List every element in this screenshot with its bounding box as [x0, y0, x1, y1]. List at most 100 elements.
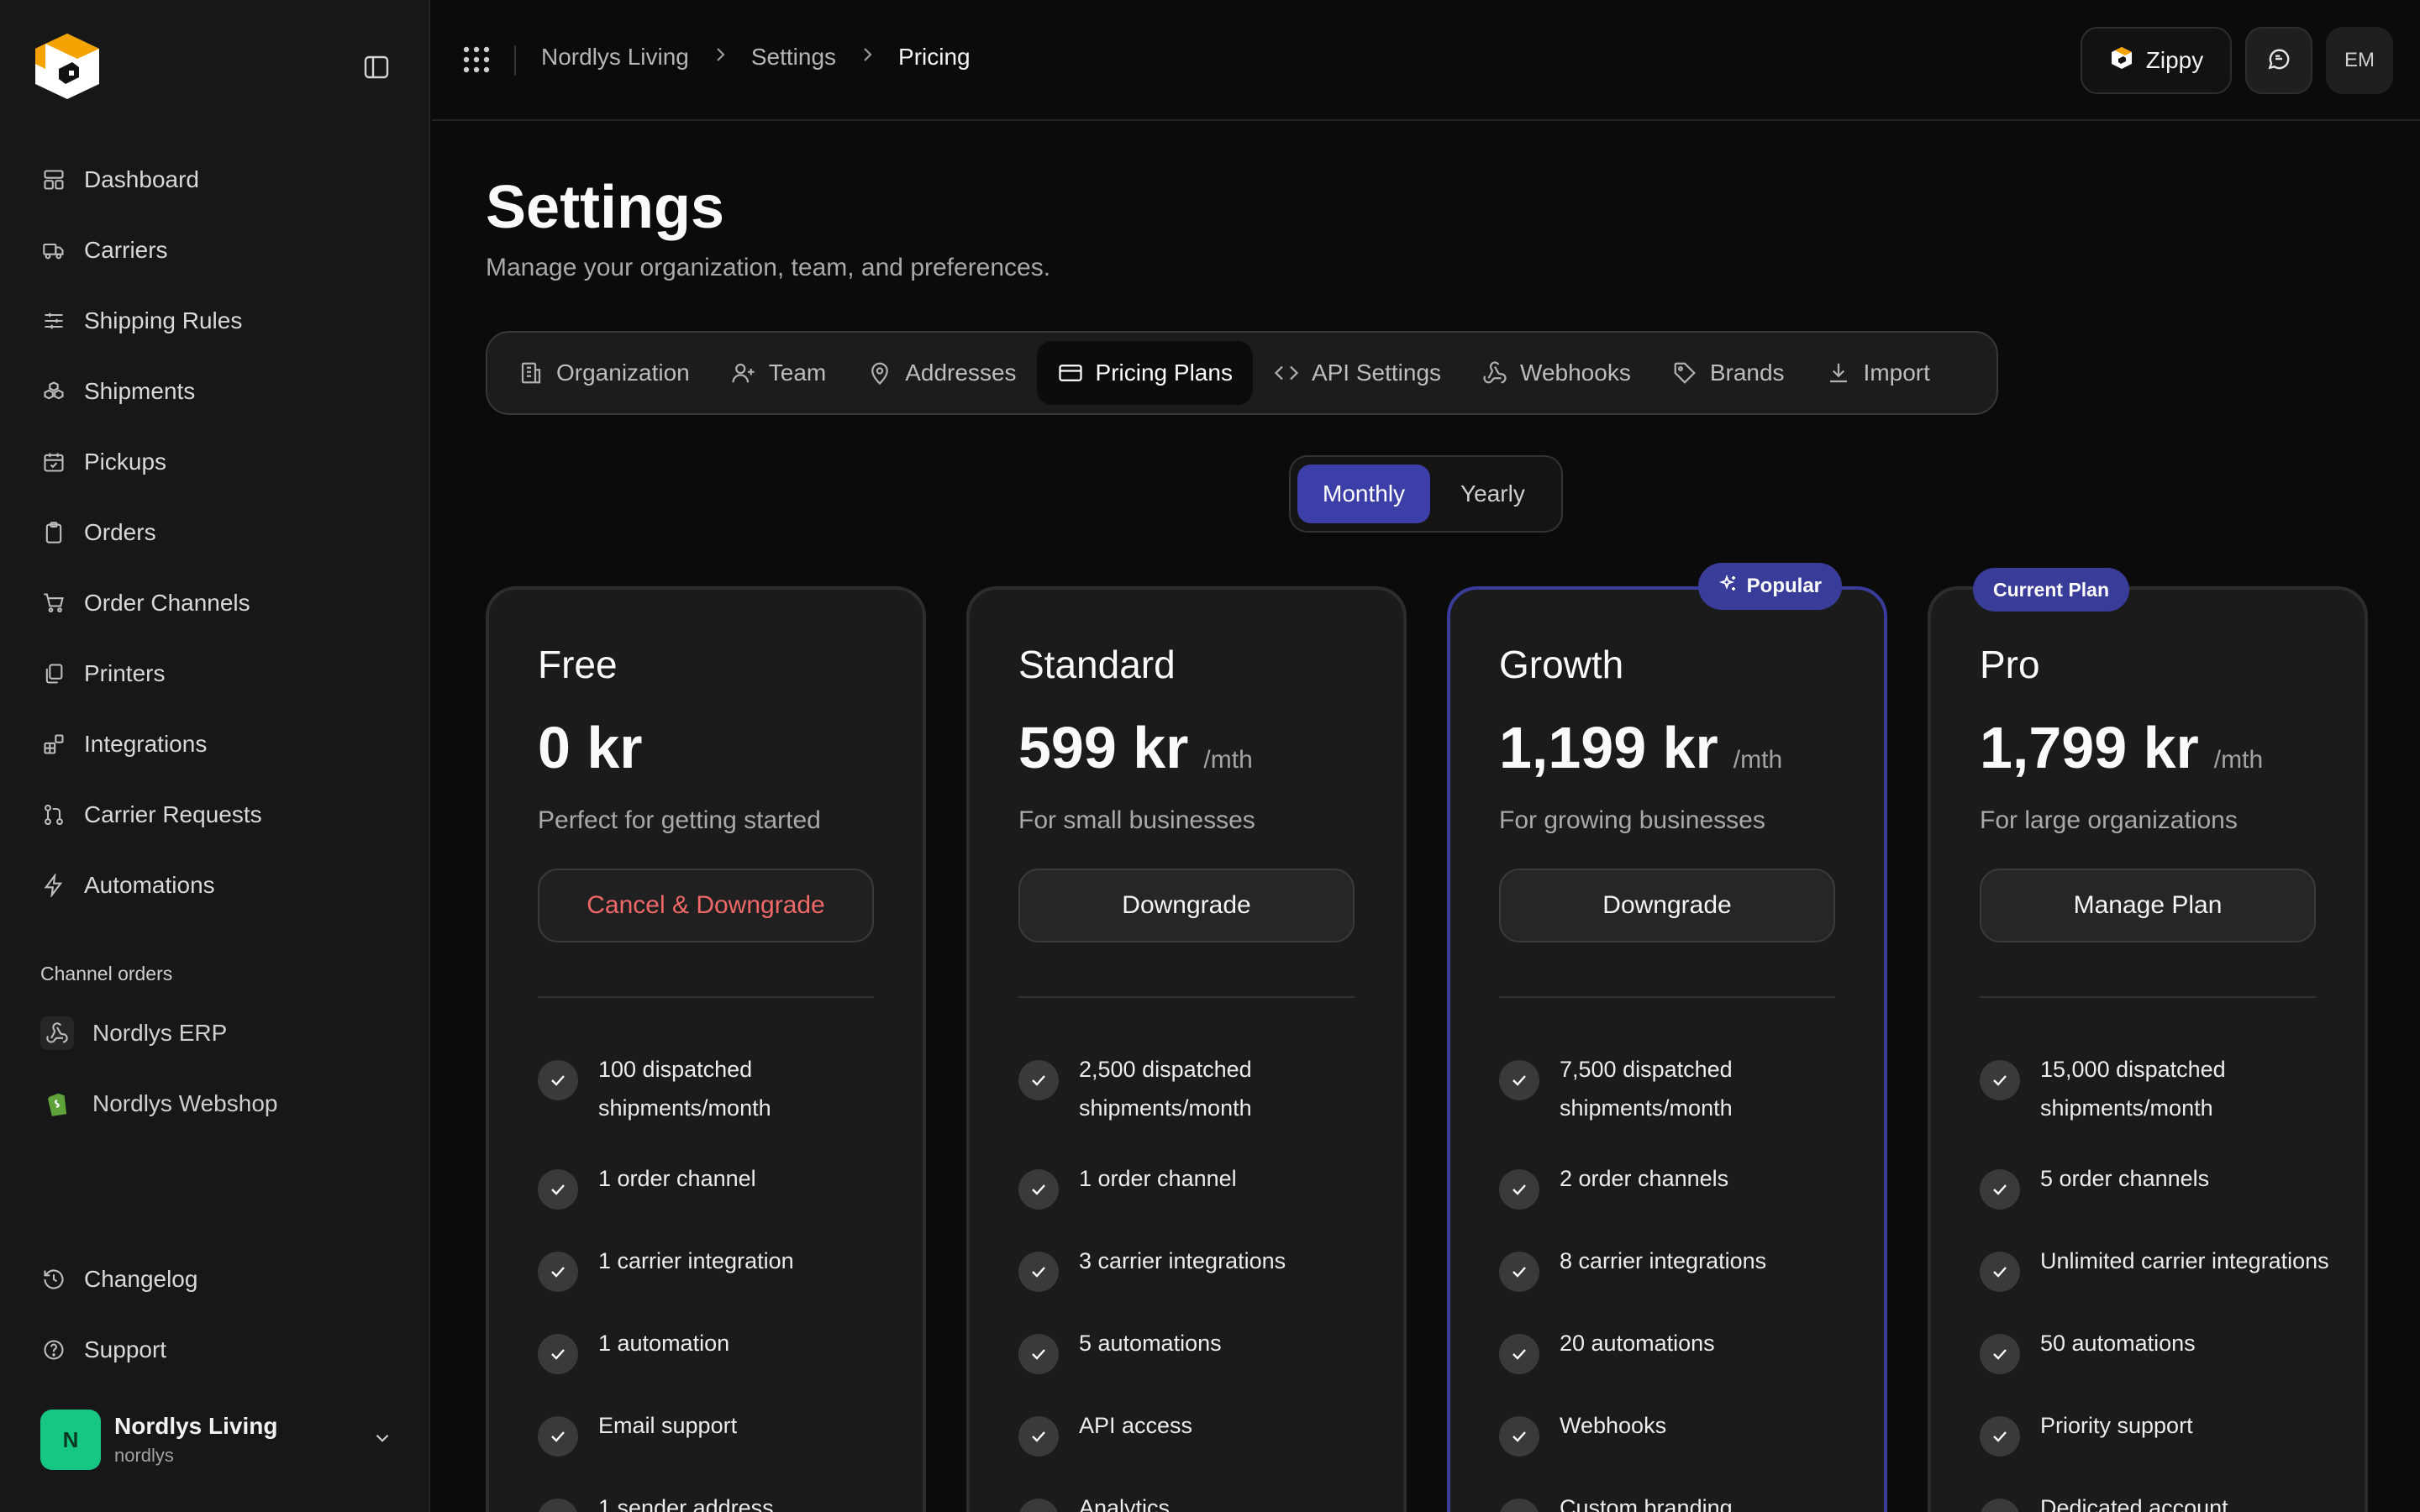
- plan-price-amount: 599 kr: [1018, 715, 1189, 780]
- chevron-right-icon: [860, 45, 875, 70]
- org-switcher[interactable]: N Nordlys Living nordlys: [40, 1410, 393, 1470]
- feature-text: 1 sender address: [598, 1495, 774, 1512]
- history-icon: [40, 1266, 67, 1293]
- sidebar-item-automations[interactable]: Automations: [40, 850, 393, 921]
- sparkles-icon: [1718, 574, 1739, 600]
- plan-divider: [538, 996, 874, 998]
- tab-addresses[interactable]: Addresses: [846, 341, 1036, 405]
- plan-card-pro: Current Plan Pro 1,799 kr /mth For large…: [1928, 568, 2368, 1512]
- feature-text: 2 order channels: [1560, 1166, 1729, 1191]
- org-name: Nordlys Living: [114, 1413, 278, 1439]
- tab-brands[interactable]: Brands: [1651, 341, 1805, 405]
- building-icon: [518, 360, 544, 386]
- cancel-downgrade-button[interactable]: Cancel & Downgrade: [538, 869, 874, 942]
- app-grid-icon[interactable]: [462, 45, 491, 74]
- check-icon: [538, 1060, 578, 1100]
- breadcrumb-settings[interactable]: Settings: [751, 44, 836, 71]
- plan-divider: [1980, 996, 2316, 998]
- feedback-button[interactable]: [2245, 27, 2312, 94]
- check-icon: [1499, 1499, 1539, 1512]
- sidebar-item-label: Printers: [84, 660, 166, 686]
- list-item: 8 carrier integrations: [1499, 1242, 1852, 1292]
- channel-item-label: Nordlys ERP: [92, 1020, 228, 1046]
- sidebar-item-order-channels[interactable]: Order Channels: [40, 568, 393, 638]
- list-item: 1 automation: [538, 1324, 891, 1374]
- list-item: Priority support: [1980, 1406, 2333, 1457]
- tab-import[interactable]: Import: [1805, 341, 1950, 405]
- top-header: Nordlys Living Settings Pricing Zippy EM: [432, 0, 2420, 121]
- feature-text: 8 carrier integrations: [1560, 1248, 1767, 1273]
- channel-item-nordlys-webshop[interactable]: Nordlys Webshop: [40, 1068, 393, 1139]
- list-item: 15,000 dispatched shipments/month: [1980, 1050, 2333, 1127]
- tab-team[interactable]: Team: [710, 341, 846, 405]
- app-logo[interactable]: [30, 29, 104, 104]
- chevron-down-icon: [371, 1427, 393, 1453]
- sidebar-item-changelog[interactable]: Changelog: [40, 1244, 393, 1315]
- feature-text: 7,500 dispatched shipments/month: [1560, 1057, 1733, 1121]
- plan-price: 599 kr /mth: [1018, 714, 1253, 781]
- check-icon: [1018, 1334, 1059, 1374]
- page-subtitle: Manage your organization, team, and pref…: [486, 254, 1051, 281]
- sidebar-item-pickups[interactable]: Pickups: [40, 427, 393, 497]
- list-item: 2,500 dispatched shipments/month: [1018, 1050, 1371, 1127]
- feature-text: Analytics: [1079, 1495, 1171, 1512]
- sidebar-item-carrier-requests[interactable]: Carrier Requests: [40, 780, 393, 850]
- check-icon: [1980, 1252, 2020, 1292]
- tab-pricing-plans[interactable]: Pricing Plans: [1036, 341, 1253, 405]
- sidebar-item-printers[interactable]: Printers: [40, 638, 393, 709]
- org-avatar: N: [40, 1410, 101, 1470]
- sidebar-item-label: Orders: [84, 519, 156, 545]
- sidebar-item-shipments[interactable]: Shipments: [40, 356, 393, 427]
- badge-label: Current Plan: [1993, 578, 2110, 601]
- downgrade-button[interactable]: Downgrade: [1499, 869, 1835, 942]
- billing-monthly-option[interactable]: Monthly: [1297, 465, 1431, 523]
- plan-feature-list: 100 dispatched shipments/month 1 order c…: [538, 1050, 891, 1512]
- sidebar-item-label: Pickups: [84, 449, 167, 475]
- copies-icon: [40, 660, 67, 687]
- tab-label: Pricing Plans: [1095, 360, 1233, 386]
- list-item: 1 order channel: [1018, 1159, 1371, 1210]
- plan-card-standard: Standard 599 kr /mth For small businesse…: [966, 586, 1407, 1512]
- check-icon: [1018, 1169, 1059, 1210]
- manage-plan-button[interactable]: Manage Plan: [1980, 869, 2316, 942]
- check-icon: [1018, 1416, 1059, 1457]
- list-item: 2 order channels: [1499, 1159, 1852, 1210]
- user-avatar-button[interactable]: EM: [2326, 27, 2393, 94]
- channel-item-nordlys-erp[interactable]: Nordlys ERP: [40, 998, 393, 1068]
- code-icon: [1273, 360, 1300, 386]
- plan-divider: [1499, 996, 1835, 998]
- plan-price-period: /mth: [1733, 746, 1783, 774]
- tab-organization[interactable]: Organization: [497, 341, 710, 405]
- tab-label: Import: [1863, 360, 1930, 386]
- tab-label: Addresses: [905, 360, 1017, 386]
- feature-text: 100 dispatched shipments/month: [598, 1057, 771, 1121]
- zippy-button[interactable]: Zippy: [2081, 27, 2232, 94]
- git-pull-icon: [40, 801, 67, 828]
- sidebar-item-integrations[interactable]: Integrations: [40, 709, 393, 780]
- feature-text: 1 order channel: [1079, 1166, 1237, 1191]
- sidebar-item-label: Carrier Requests: [84, 801, 262, 827]
- tab-webhooks[interactable]: Webhooks: [1461, 341, 1651, 405]
- check-icon: [538, 1252, 578, 1292]
- sidebar-item-support[interactable]: Support: [40, 1315, 393, 1385]
- sidebar-toggle-icon[interactable]: [360, 54, 393, 81]
- list-item: Webhooks: [1499, 1406, 1852, 1457]
- breadcrumb: Nordlys Living Settings Pricing: [541, 44, 971, 71]
- downgrade-button[interactable]: Downgrade: [1018, 869, 1355, 942]
- webhook-icon: [1481, 360, 1508, 386]
- calendar-check-icon: [40, 449, 67, 475]
- plan-feature-list: 2,500 dispatched shipments/month 1 order…: [1018, 1050, 1371, 1512]
- sidebar-item-dashboard[interactable]: Dashboard: [40, 144, 393, 215]
- list-item: 1 order channel: [538, 1159, 891, 1210]
- feature-text: Custom branding: [1560, 1495, 1733, 1512]
- sidebar-item-carriers[interactable]: Carriers: [40, 215, 393, 286]
- tab-api-settings[interactable]: API Settings: [1253, 341, 1461, 405]
- breadcrumb-org[interactable]: Nordlys Living: [541, 44, 689, 71]
- feature-text: 3 carrier integrations: [1079, 1248, 1286, 1273]
- popular-badge: Popular: [1697, 563, 1842, 610]
- sidebar-item-shipping-rules[interactable]: Shipping Rules: [40, 286, 393, 356]
- plan-feature-list: 15,000 dispatched shipments/month 5 orde…: [1980, 1050, 2333, 1512]
- feature-text: 50 automations: [2040, 1331, 2196, 1356]
- billing-yearly-option[interactable]: Yearly: [1435, 465, 1550, 523]
- sidebar-item-orders[interactable]: Orders: [40, 497, 393, 568]
